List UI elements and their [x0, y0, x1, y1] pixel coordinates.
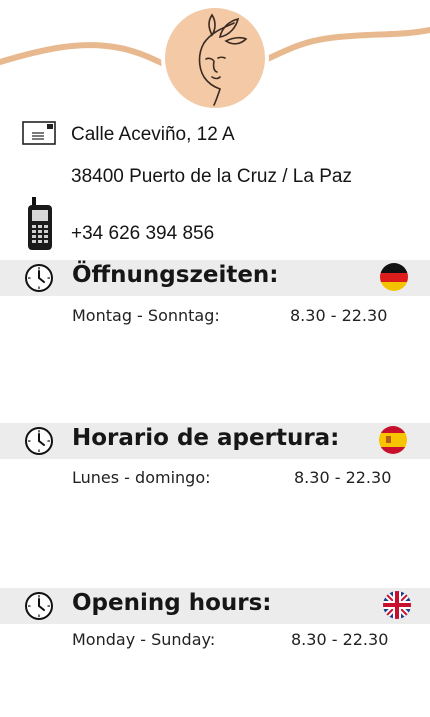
- hours-time-es: 8.30 - 22.30: [294, 468, 392, 487]
- hours-days-de: Montag - Sonntag:: [72, 306, 220, 325]
- clock-icon: [25, 592, 53, 620]
- hours-time-en: 8.30 - 22.30: [291, 630, 389, 649]
- opening-hours-title-en: Opening hours:: [72, 590, 272, 616]
- germany-flag-icon: [380, 263, 408, 291]
- opening-hours-header-en: Opening hours:: [0, 588, 430, 624]
- mobile-phone-icon: [28, 197, 52, 250]
- face-with-leaves-logo: [161, 4, 269, 112]
- hours-time-de: 8.30 - 22.30: [290, 306, 388, 325]
- hours-days-es: Lunes - domingo:: [72, 468, 211, 487]
- city-address: 38400 Puerto de la Cruz / La Paz: [71, 166, 352, 187]
- spain-flag-icon: [379, 426, 407, 454]
- clock-icon: [25, 264, 53, 292]
- opening-hours-title-de: Öffnungszeiten:: [72, 262, 279, 288]
- opening-hours-title-es: Horario de apertura:: [72, 425, 340, 451]
- hours-days-en: Monday - Sunday:: [72, 630, 216, 649]
- uk-flag-icon: [383, 591, 411, 619]
- opening-hours-header-es: Horario de apertura:: [0, 423, 430, 459]
- clock-icon: [25, 427, 53, 455]
- envelope-icon: [22, 121, 56, 145]
- opening-hours-header-de: Öffnungszeiten:: [0, 260, 430, 296]
- phone-number: +34 626 394 856: [71, 223, 215, 244]
- street-address: Calle Aceviño, 12 A: [71, 124, 235, 145]
